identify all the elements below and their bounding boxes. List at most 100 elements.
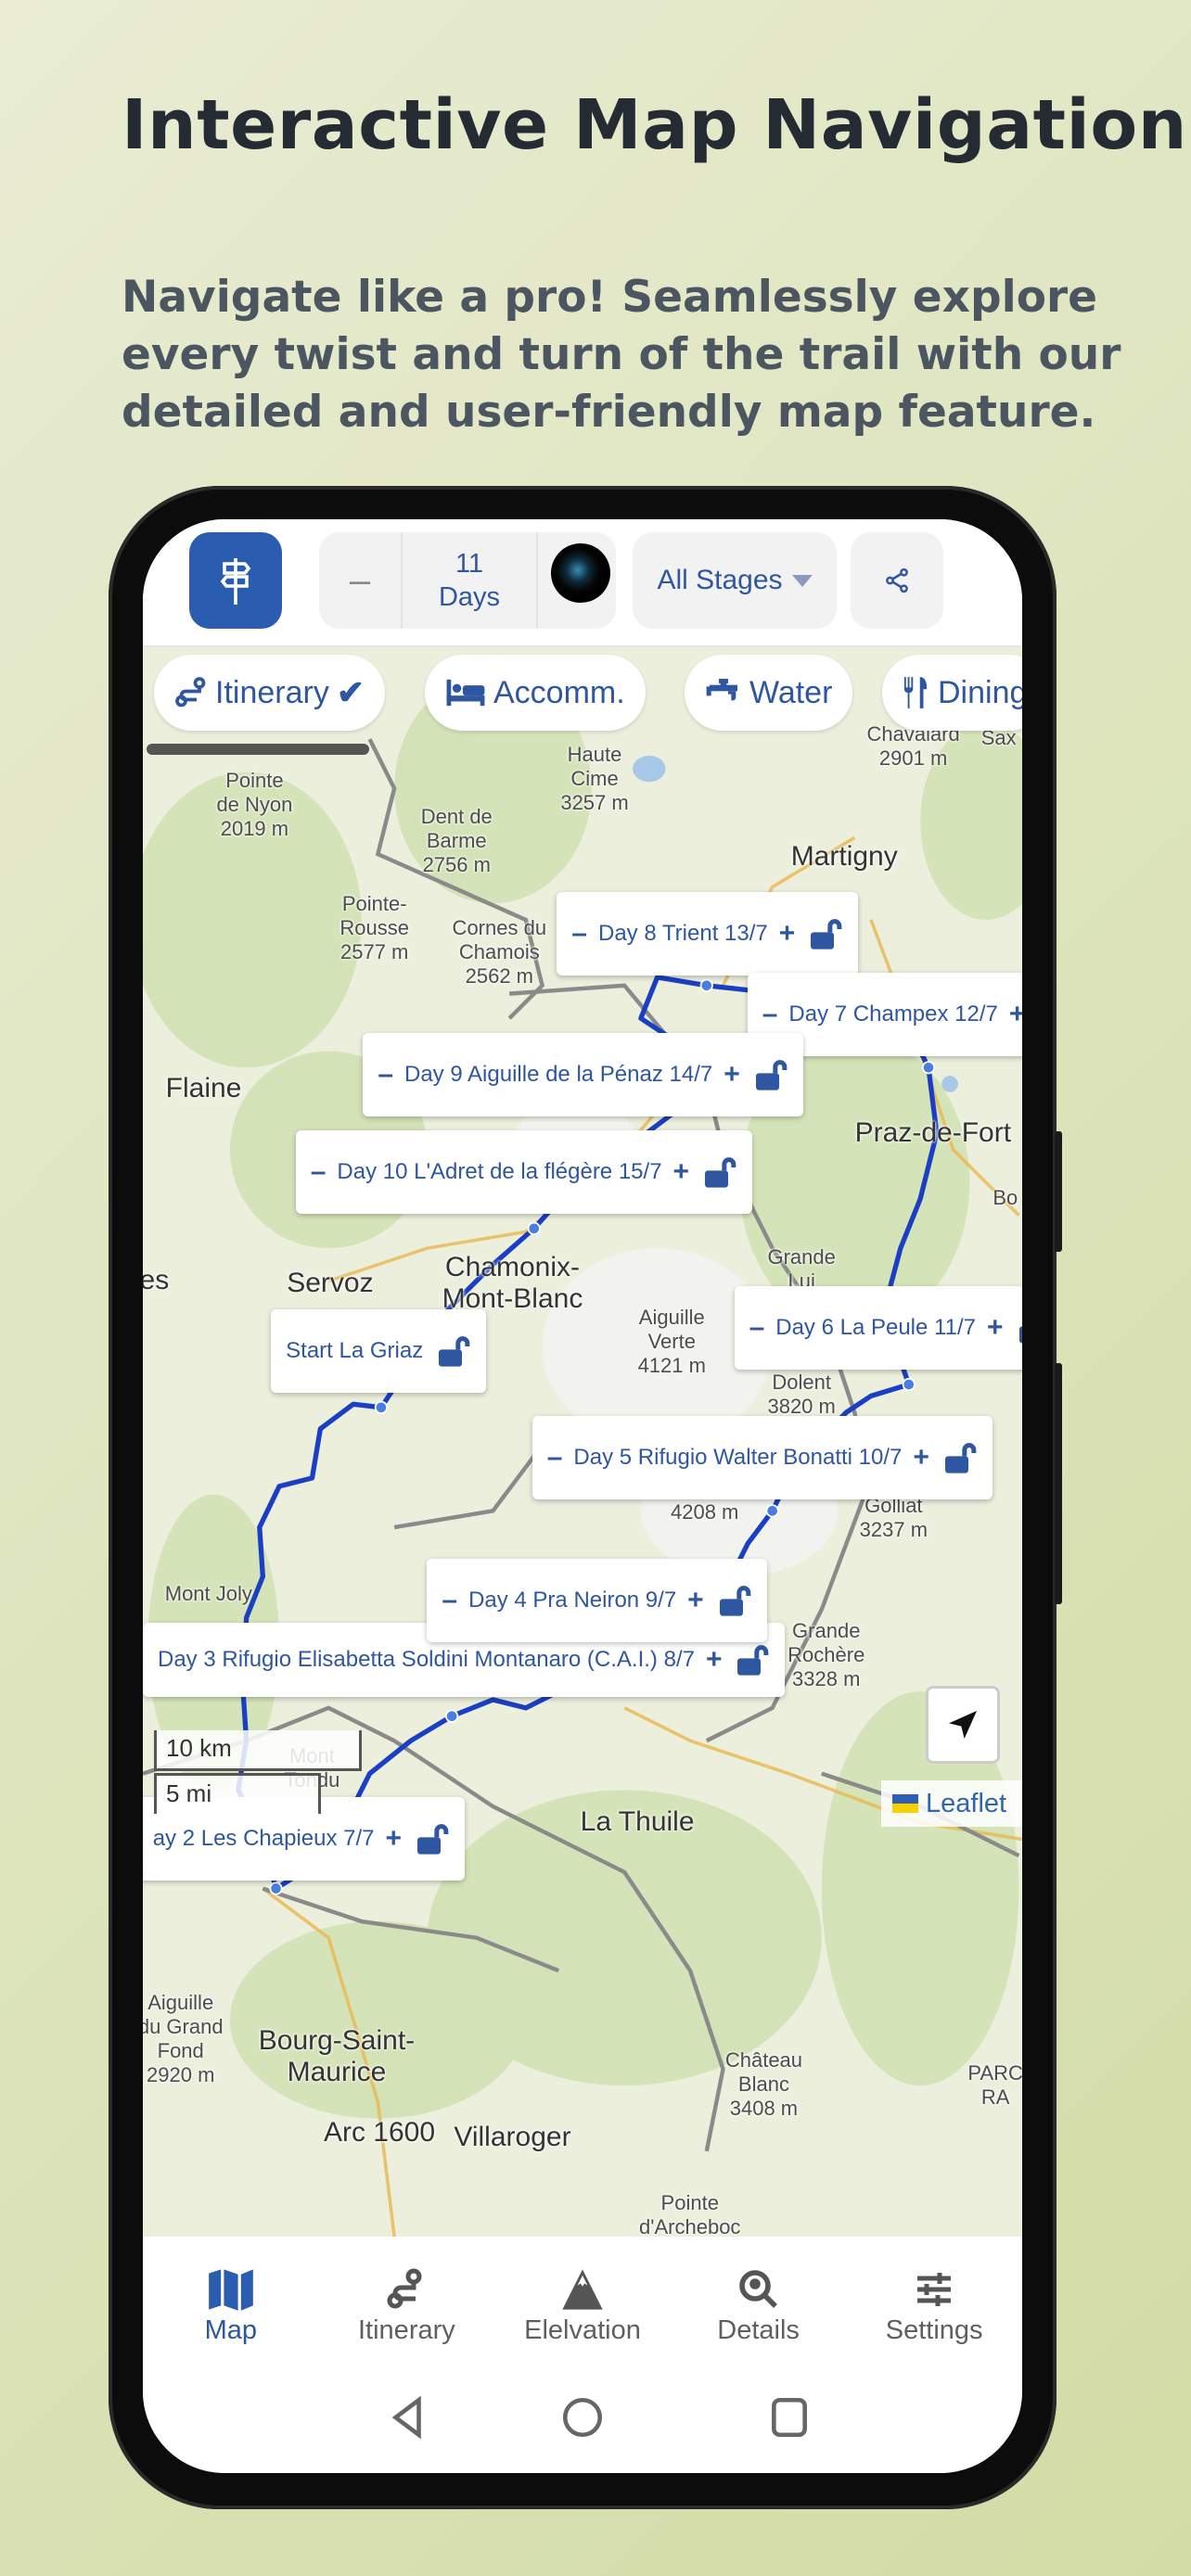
signpost-icon — [220, 558, 251, 605]
nav-itinerary[interactable]: Itinerary — [319, 2237, 495, 2376]
stage-minus-button[interactable]: – — [442, 1585, 457, 1616]
stage-plus-button[interactable]: + — [706, 1644, 723, 1676]
stage-plus-button[interactable]: + — [673, 1156, 690, 1188]
nav-map[interactable]: Map — [143, 2237, 319, 2376]
sliders-icon — [917, 2272, 952, 2306]
map-place-label: Arc 1600 — [323, 2117, 436, 2149]
stage-marker-label[interactable]: Start La Griaz — [271, 1308, 487, 1393]
top-bar: – 11 Days All Stages — [143, 519, 1022, 647]
map-place-label: Aiguille du Grand Fond 2920 m — [143, 1990, 224, 2086]
map-place-label: Pointe de Nyon 2019 m — [216, 769, 293, 841]
stage-label: Day 10 L'Adret de la flégère 15/7 — [337, 1158, 662, 1184]
filter-chip-accommodation[interactable]: Accomm. — [425, 655, 646, 731]
stage-marker-label[interactable]: – Day 4 Pra Neiron 9/7 + — [427, 1558, 767, 1642]
unlock-icon[interactable] — [700, 1154, 737, 1191]
unlock-icon[interactable] — [941, 1439, 978, 1476]
nav-settings[interactable]: Settings — [846, 2237, 1022, 2376]
caret-down-icon — [791, 574, 813, 587]
map-place-label: Servoz — [287, 1268, 374, 1299]
map-place-label: Praz-de-Fort — [854, 1116, 1012, 1148]
stage-label: Day 8 Trient 13/7 — [597, 920, 768, 946]
system-nav-bar — [143, 2376, 1022, 2473]
map-place-label: Haute Cime 3257 m — [560, 742, 629, 814]
route-icon — [387, 2268, 422, 2308]
tap-icon — [706, 679, 737, 701]
nav-elevation[interactable]: Elelvation — [494, 2237, 671, 2376]
map-view[interactable]: Itinerary ✔ Accomm. Water Dining Pointe d… — [143, 647, 1022, 2237]
stage-label: Day 6 La Peule 11/7 — [775, 1314, 976, 1340]
filter-chip-label: Accomm. — [493, 674, 625, 710]
map-attribution[interactable]: Leaflet — [881, 1780, 1022, 1827]
page-subtitle: Navigate like a pro! Seamlessly explore … — [122, 272, 1121, 438]
days-unit: Days — [438, 582, 501, 612]
front-camera — [551, 543, 610, 603]
stage-minus-button[interactable]: – — [311, 1156, 327, 1188]
unlock-icon[interactable] — [434, 1333, 471, 1370]
days-value: 11 Days — [401, 532, 538, 629]
menu-button[interactable] — [189, 532, 282, 629]
unlock-icon[interactable] — [1015, 1309, 1022, 1346]
stage-label: Day 5 Rifugio Walter Bonatti 10/7 — [573, 1444, 903, 1470]
check-icon: ✔ — [336, 673, 365, 711]
route-icon — [175, 677, 206, 708]
mountain-icon — [562, 2268, 603, 2310]
stage-marker-label[interactable]: – Day 5 Rifugio Walter Bonatti 10/7 + — [531, 1415, 992, 1499]
stage-marker-label[interactable]: – Day 8 Trient 13/7 + — [557, 891, 859, 976]
filter-chip-water[interactable]: Water — [685, 655, 853, 731]
nav-details[interactable]: Details — [671, 2237, 847, 2376]
unlock-icon[interactable] — [413, 1820, 450, 1857]
stage-label: Day 3 Rifugio Elisabetta Soldini Montana… — [158, 1646, 695, 1672]
stages-select[interactable]: All Stages — [633, 532, 837, 629]
stage-plus-button[interactable]: + — [779, 918, 796, 950]
nav-label: Elelvation — [524, 2315, 641, 2345]
stage-plus-button[interactable]: + — [724, 1059, 740, 1090]
stage-label: Day 9 Aiguille de la Pénaz 14/7 — [404, 1062, 713, 1088]
home-icon[interactable] — [559, 2394, 606, 2441]
map-icon — [208, 2268, 253, 2311]
scale-km: 10 km — [154, 1730, 362, 1771]
stage-minus-button[interactable]: – — [749, 1312, 765, 1344]
map-place-label: Flaine — [165, 1072, 242, 1103]
stage-plus-button[interactable]: + — [987, 1312, 1004, 1344]
map-place-label: Martigny — [790, 840, 898, 872]
filter-scrollbar[interactable] — [147, 744, 369, 755]
map-place-label: Villaroger — [454, 2122, 571, 2153]
phone-power-button — [1055, 1131, 1062, 1252]
filter-chip-itinerary[interactable]: Itinerary ✔ — [154, 655, 385, 731]
stage-marker-label[interactable]: – Day 10 L'Adret de la flégère 15/7 + — [295, 1129, 753, 1214]
map-place-label: Bo — [992, 1185, 1018, 1209]
stage-minus-button[interactable]: – — [378, 1059, 393, 1090]
map-place-label: Dent de Barme 2756 m — [420, 805, 493, 877]
map-place-label: PARC RA — [967, 2060, 1022, 2109]
stage-minus-button[interactable]: – — [571, 918, 587, 950]
share-icon — [886, 567, 908, 593]
attribution-link[interactable]: Leaflet — [926, 1789, 1006, 1819]
share-button[interactable] — [851, 532, 943, 629]
stage-plus-button[interactable]: + — [687, 1585, 704, 1616]
unlock-icon[interactable] — [806, 915, 843, 952]
stage-plus-button[interactable]: + — [386, 1823, 403, 1855]
nav-label: Details — [717, 2315, 800, 2345]
unlock-icon[interactable] — [733, 1641, 770, 1678]
phone-volume-button — [1055, 1363, 1062, 1604]
unlock-icon[interactable] — [751, 1056, 788, 1093]
recents-icon[interactable] — [766, 2394, 813, 2441]
map-place-label: Aiguille Verte 4121 m — [637, 1306, 706, 1378]
stage-marker-label[interactable]: – Day 9 Aiguille de la Pénaz 14/7 + — [363, 1033, 803, 1117]
stage-label: ay 2 Les Chapieux 7/7 — [152, 1825, 375, 1851]
stage-label: Start La Griaz — [286, 1337, 424, 1363]
stage-minus-button[interactable]: – — [762, 999, 778, 1030]
days-count: 11 — [455, 549, 484, 579]
back-icon[interactable] — [384, 2394, 430, 2441]
unlock-icon[interactable] — [715, 1582, 752, 1619]
locate-button[interactable] — [926, 1686, 1000, 1764]
stage-marker-label[interactable]: – Day 6 La Peule 11/7 + — [734, 1285, 1022, 1370]
map-place-label: Cornes du Chamois 2562 m — [452, 916, 547, 988]
filter-chip-dining[interactable]: Dining — [882, 655, 1022, 731]
stage-minus-button[interactable]: – — [547, 1442, 563, 1473]
stage-plus-button[interactable]: + — [913, 1442, 929, 1473]
nav-label: Map — [204, 2315, 257, 2345]
days-decrease-button[interactable]: – — [319, 532, 401, 629]
stage-plus-button[interactable]: + — [1009, 999, 1022, 1030]
map-place-label: Mont Joly — [164, 1581, 252, 1605]
